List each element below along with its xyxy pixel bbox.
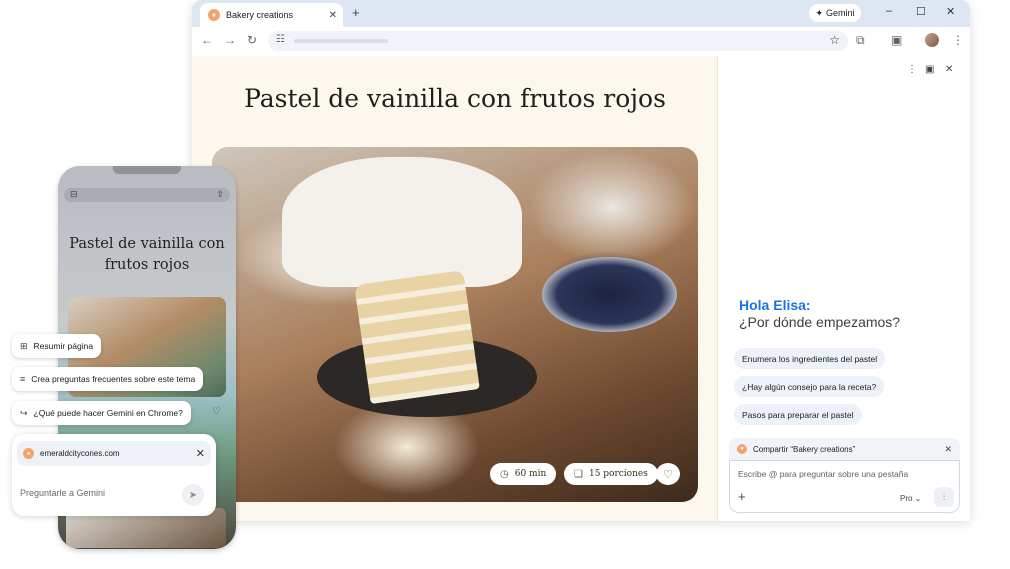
tab-bakery-creations[interactable]: ● Bakery creations ✕ <box>200 3 343 27</box>
maximize-button[interactable]: ☐ <box>916 5 926 18</box>
time-chip: ◷ 60 min <box>490 463 557 485</box>
forward-arrow-icon[interactable]: → <box>224 33 236 47</box>
chip-gemini-capabilities[interactable]: ↪ ¿Qué puede hacer Gemini en Chrome? <box>12 401 191 425</box>
tab-close-icon[interactable]: ✕ <box>329 10 337 21</box>
bakery-favicon-icon: ● <box>208 9 220 21</box>
favorite-heart-icon[interactable]: ♡ <box>656 463 680 485</box>
bakery-favicon-icon: ● <box>737 444 747 454</box>
share-label: Compartir “Bakery creations” <box>753 444 856 454</box>
bookmark-star-icon[interactable]: ☆ <box>829 33 840 47</box>
servings-label: 15 porciones <box>588 469 648 479</box>
prompt-composer: + Pro ⌄ ⫶ <box>729 460 960 513</box>
site-context-chip: ● emeraldcitycones.com ✕ <box>17 441 211 466</box>
url-placeholder-bar <box>294 39 388 43</box>
phone-ask-card: ● emeraldcitycones.com ✕ ➤ <box>12 434 216 516</box>
address-bar[interactable]: ☷ ☆ <box>268 31 848 51</box>
chip-label: Resumir página <box>33 341 94 351</box>
gemini-sparkle-icon: ✦ <box>815 7 824 18</box>
suggestion-tips[interactable]: ¿Hay algún consejo para la receta? <box>734 376 885 397</box>
site-close-icon[interactable]: ✕ <box>196 447 205 460</box>
page-title: Pastel de vainilla con frutos rojos <box>244 84 666 113</box>
cake-slice-shape <box>354 269 480 405</box>
add-attachment-icon[interactable]: + <box>738 489 746 504</box>
chip-label: ¿Qué puede hacer Gemini en Chrome? <box>33 408 183 418</box>
tab-title: Bakery creations <box>226 10 294 20</box>
greeting-question: ¿Por dónde empezamos? <box>739 314 901 330</box>
servings-icon: ❏ <box>574 468 583 480</box>
promo-stage: ● Bakery creations ✕ + ✦ Gemini – ☐ ✕ ← … <box>0 0 1010 569</box>
close-window-button[interactable]: ✕ <box>946 5 955 18</box>
media-controls-icon[interactable]: ▣ <box>891 33 902 47</box>
greeting-name: Hola Elisa: <box>739 297 811 313</box>
site-favicon-icon: ● <box>23 448 34 459</box>
gemini-side-panel: ⋮ ▣ ✕ Hola Elisa: ¿Por dónde empezamos? … <box>719 56 970 521</box>
send-icon[interactable]: ➤ <box>182 484 204 506</box>
redirect-arrow-icon: ↪ <box>20 407 28 418</box>
site-domain: emeraldcitycones.com <box>40 449 120 458</box>
phone-page-title: Pastel de vainilla con frutos rojos <box>69 236 225 273</box>
chip-create-faq[interactable]: ≡ Crea preguntas frecuentes sobre este t… <box>12 367 204 391</box>
ask-gemini-input[interactable] <box>20 488 170 498</box>
site-info-icon[interactable]: ☷ <box>276 34 285 45</box>
minimize-button[interactable]: – <box>886 5 892 17</box>
model-selector[interactable]: Pro ⌄ <box>900 494 921 503</box>
reload-icon[interactable]: ↻ <box>247 33 257 47</box>
browser-toolbar: ← → ↻ ☷ ☆ ⧉ ▣ ⋮ <box>192 27 970 55</box>
share-close-icon[interactable]: ✕ <box>944 444 952 455</box>
tab-strip: ● Bakery creations ✕ + ✦ Gemini – ☐ ✕ <box>192 0 970 27</box>
panel-close-icon[interactable]: ✕ <box>945 64 953 75</box>
blueberry-bowl-shape <box>542 257 677 332</box>
new-tab-button[interactable]: + <box>352 5 360 20</box>
whole-cake-shape <box>282 157 522 287</box>
share-tab-bar: ● Compartir “Bakery creations” ✕ <box>729 438 960 460</box>
panel-more-icon[interactable]: ⋮ <box>907 64 917 75</box>
phone-heart-icon[interactable]: ♡ <box>212 406 221 417</box>
phone-top-bar: ⊟ ⇪ <box>64 188 230 202</box>
phone-notch <box>113 166 181 174</box>
extensions-puzzle-icon[interactable]: ⧉ <box>856 33 865 48</box>
suggestion-steps[interactable]: Pasos para preparar el pastel <box>734 404 862 425</box>
servings-chip: ❏ 15 porciones <box>564 463 658 485</box>
chip-summarize-page[interactable]: ⊞ Resumir página <box>12 334 102 358</box>
phone-share-icon[interactable]: ⇪ <box>216 189 224 200</box>
voice-input-icon[interactable]: ⫶ <box>934 487 954 507</box>
panel-detach-icon[interactable]: ▣ <box>925 64 934 75</box>
cake-photo: ◷ 60 min ❏ 15 porciones ♡ <box>212 147 698 502</box>
list-icon: ≡ <box>20 374 26 384</box>
browser-menu-icon[interactable]: ⋮ <box>952 33 964 47</box>
prompt-input[interactable] <box>738 469 938 479</box>
gemini-button[interactable]: ✦ Gemini <box>809 4 861 22</box>
summarize-icon: ⊞ <box>20 340 28 351</box>
browser-window: ● Bakery creations ✕ + ✦ Gemini – ☐ ✕ ← … <box>192 0 970 521</box>
time-label: 60 min <box>514 469 547 479</box>
clock-icon: ◷ <box>500 468 509 480</box>
suggestion-ingredients[interactable]: Enumera los ingredientes del pastel <box>734 348 886 369</box>
back-arrow-icon[interactable]: ← <box>201 33 213 47</box>
chip-label: Crea preguntas frecuentes sobre este tem… <box>31 374 196 384</box>
recipe-page: Pastel de vainilla con frutos rojos ◷ 60… <box>192 56 718 521</box>
profile-avatar[interactable] <box>925 33 939 47</box>
gemini-label: Gemini <box>826 8 855 18</box>
phone-tabs-icon[interactable]: ⊟ <box>70 189 78 200</box>
